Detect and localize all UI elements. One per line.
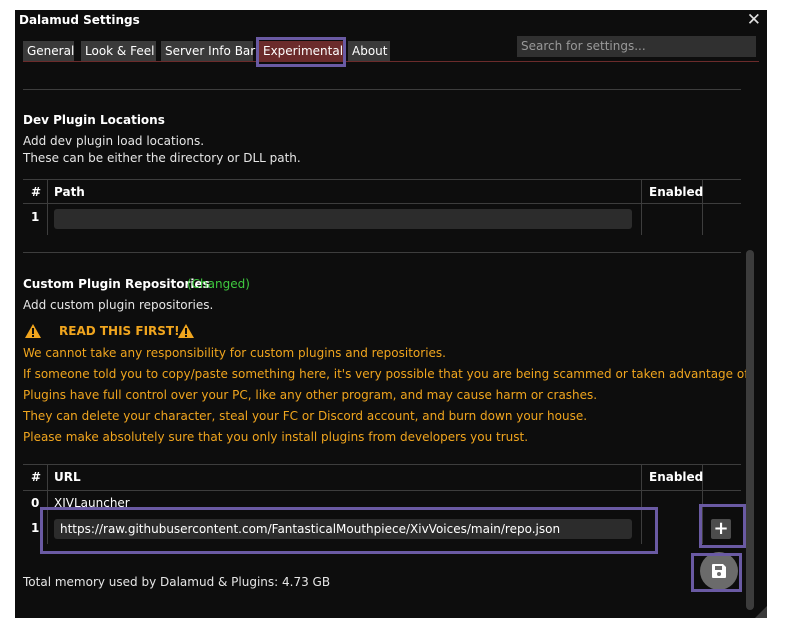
tab-server-info-bar[interactable]: Server Info Bar [161, 41, 255, 61]
custom-repo-title: Custom Plugin Repositories [23, 277, 210, 291]
table-border [23, 490, 741, 491]
scrollbar[interactable] [746, 250, 754, 610]
save-icon [712, 564, 726, 578]
table-border [23, 203, 741, 204]
tab-underline [23, 61, 759, 62]
table-border [23, 179, 741, 180]
repo-url-text: XIVLauncher [54, 496, 130, 510]
column-header-num: # [31, 470, 42, 484]
column-divider [47, 464, 48, 544]
column-divider [641, 464, 642, 544]
warning-line: Please make absolutely sure that you onl… [23, 430, 529, 444]
row-number: 0 [31, 496, 40, 510]
column-header-enabled: Enabled [649, 470, 704, 484]
custom-repo-desc: Add custom plugin repositories. [23, 298, 214, 312]
warning-icon [25, 324, 41, 338]
settings-window: Dalamud Settings ✕ General Look & Feel S… [15, 10, 767, 618]
row-number: 1 [31, 210, 40, 224]
close-icon[interactable]: ✕ [747, 10, 761, 30]
warning-icon [178, 324, 194, 338]
warning-line: We cannot take any responsibility for cu… [23, 346, 446, 360]
tab-about[interactable]: About [348, 41, 390, 61]
resize-grip[interactable] [755, 606, 767, 618]
column-divider [641, 179, 642, 235]
changed-label: (Changed) [187, 277, 250, 291]
window-title: Dalamud Settings [19, 13, 140, 27]
column-header-path: Path [54, 185, 85, 199]
dev-plugin-title: Dev Plugin Locations [23, 113, 165, 127]
divider [23, 89, 741, 90]
repo-url-input[interactable]: https://raw.githubusercontent.com/Fantas… [54, 519, 632, 539]
memory-usage-text: Total memory used by Dalamud & Plugins: … [23, 575, 331, 589]
search-input[interactable]: Search for settings... [517, 36, 756, 57]
column-divider [47, 179, 48, 235]
divider [23, 252, 741, 253]
warning-title: READ THIS FIRST! [59, 324, 180, 338]
warning-line: If someone told you to copy/paste someth… [23, 367, 752, 381]
column-header-num: # [31, 185, 42, 199]
column-header-url: URL [54, 470, 81, 484]
dev-plugin-desc-1: Add dev plugin load locations. [23, 134, 205, 148]
warning-line: Plugins have full control over your PC, … [23, 388, 598, 402]
dev-plugin-path-input[interactable] [54, 209, 632, 229]
warning-line: They can delete your character, steal yo… [23, 409, 588, 423]
add-repo-button[interactable]: + [711, 519, 731, 539]
tab-experimental[interactable]: Experimental [259, 41, 343, 61]
save-button[interactable] [700, 552, 738, 590]
table-border [23, 464, 741, 465]
dev-plugin-desc-2: These can be either the directory or DLL… [23, 151, 301, 165]
tab-look-and-feel[interactable]: Look & Feel [81, 41, 156, 61]
tab-general[interactable]: General [23, 41, 74, 61]
column-header-enabled: Enabled [649, 185, 704, 199]
title-bar[interactable]: Dalamud Settings ✕ [15, 10, 767, 32]
row-number: 1 [31, 521, 40, 535]
plus-icon: + [713, 518, 729, 539]
